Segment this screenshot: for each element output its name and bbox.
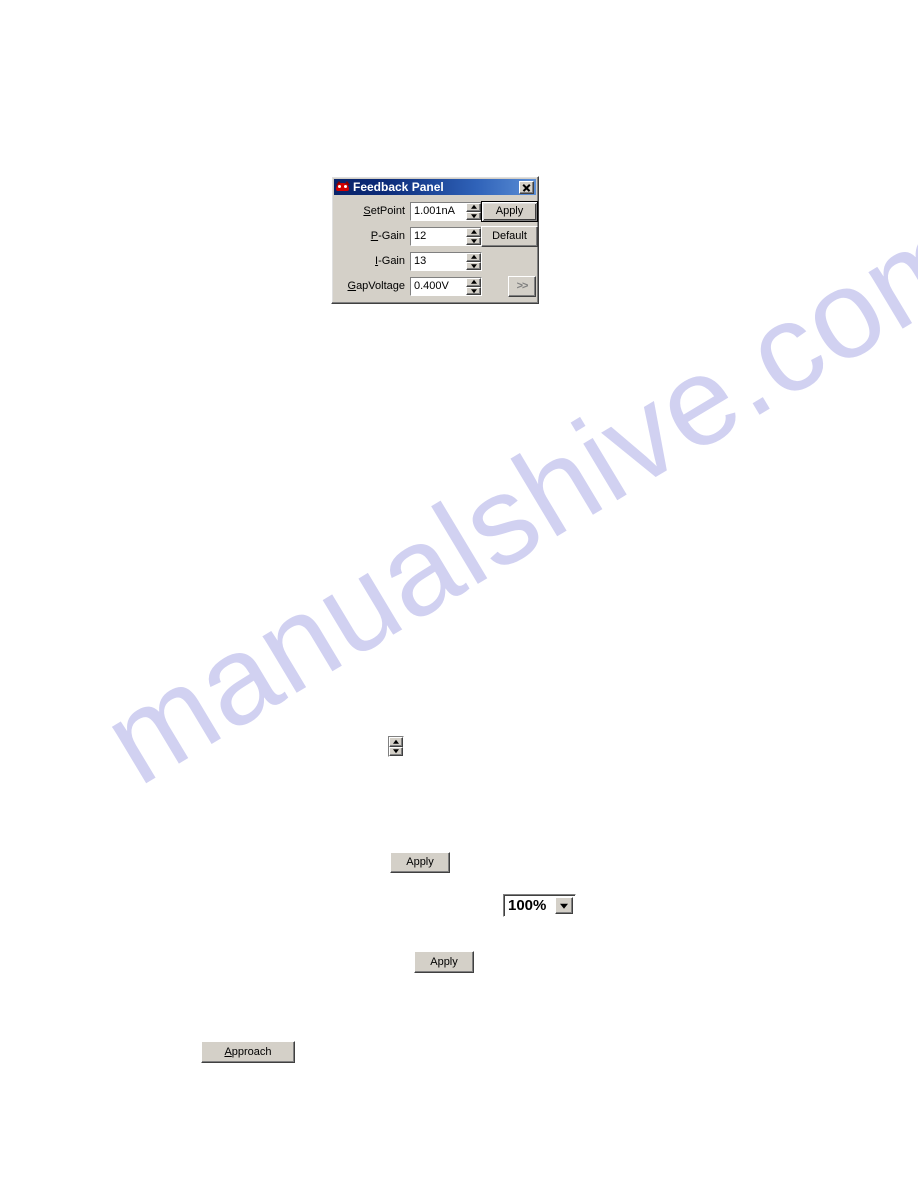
spin-down-icon[interactable] [466,261,481,270]
label-igain: I-Gain [375,255,405,267]
igain-spin-buttons [466,253,481,270]
spin-down-icon[interactable] [466,286,481,295]
gapvoltage-spinner[interactable]: 0.400V [410,277,482,296]
pgain-spin-buttons [466,228,481,245]
spin-down-icon[interactable] [466,211,481,220]
zoom-level-combobox[interactable]: 100% [503,894,576,917]
spin-up-icon[interactable] [466,228,481,237]
default-button[interactable]: Default [481,226,538,247]
approach-label: pproach [231,1045,272,1058]
label-gapvoltage: GapVoltage [347,280,406,292]
label-setpoint: SetPoint [363,205,405,217]
igain-spinner[interactable]: 13 [410,252,482,271]
field-row-gapvoltage: GapVoltage 0.400V [334,276,482,297]
red-mask-icon [335,180,351,194]
spin-down-icon[interactable] [389,746,403,756]
spin-down-icon[interactable] [466,236,481,245]
igain-value[interactable]: 13 [411,253,466,270]
dialog-title: Feedback Panel [353,180,444,194]
dialog-titlebar[interactable]: Feedback Panel [334,179,536,195]
gapvoltage-spin-buttons [466,278,481,295]
field-row-pgain: P-Gain 12 [334,226,482,247]
setpoint-value[interactable]: 1.001nA [411,203,466,220]
gapvoltage-value[interactable]: 0.400V [411,278,466,295]
spin-up-icon[interactable] [466,253,481,262]
document-page: manualshive.com Feedback Panel SetPoint … [0,0,918,1188]
spinner-control[interactable] [388,736,404,757]
zoom-level-value: 100% [508,897,547,914]
apply-button-inline-2[interactable]: Apply [414,951,474,973]
label-pgain: P-Gain [370,230,405,242]
close-icon[interactable] [519,180,534,194]
approach-button[interactable]: Approach [201,1041,295,1063]
approach-accel: A [224,1045,232,1058]
dialog-body: SetPoint 1.001nA P-Gain 12 I-Gain 13 Gap… [334,197,538,301]
feedback-panel-dialog: Feedback Panel SetPoint 1.001nA P-Gain 1… [331,176,539,304]
apply-button-inline-1[interactable]: Apply [390,852,450,873]
setpoint-spin-buttons [466,203,481,220]
spin-up-icon[interactable] [466,278,481,287]
chevron-down-icon[interactable] [555,897,573,914]
spin-up-icon[interactable] [389,737,403,747]
spin-up-icon[interactable] [466,203,481,212]
pgain-value[interactable]: 12 [411,228,466,245]
expand-more-button[interactable]: >> [508,276,536,297]
field-row-setpoint: SetPoint 1.001nA [334,201,482,222]
setpoint-spinner[interactable]: 1.001nA [410,202,482,221]
field-row-igain: I-Gain 13 [334,251,482,272]
pgain-spinner[interactable]: 12 [410,227,482,246]
apply-button[interactable]: Apply [481,201,538,222]
